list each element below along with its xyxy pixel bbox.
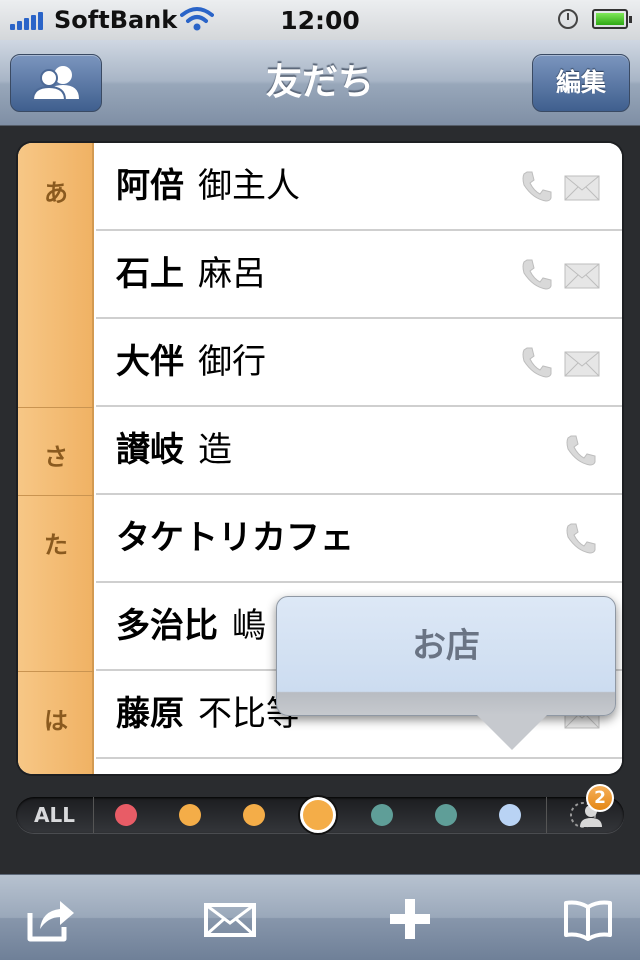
popover-arrow	[476, 714, 548, 750]
contact-row[interactable]: 讃岐造	[96, 407, 622, 495]
contact-family-name: 石上	[116, 254, 184, 294]
color-filter-dot[interactable]	[435, 804, 457, 826]
color-filter-dot[interactable]	[499, 804, 521, 826]
popover-label: お店	[412, 626, 480, 666]
navigation-bar: 友だち 編集	[0, 40, 640, 126]
filter-all-button[interactable]: ALL	[16, 797, 94, 833]
mail-icon[interactable]	[564, 175, 600, 201]
contact-row[interactable]: 石上 麻呂	[96, 231, 622, 319]
bottom-toolbar	[0, 874, 640, 960]
contact-family-name: 大伴	[116, 342, 184, 382]
edit-button[interactable]: 編集	[532, 54, 630, 112]
phone-icon[interactable]	[564, 433, 598, 467]
section-header-sa[interactable]: さ	[18, 437, 94, 472]
contact-row[interactable]: 大伴 御行	[96, 319, 622, 407]
section-header-a[interactable]: あ	[18, 173, 94, 208]
color-filter-bar: ALL	[16, 797, 624, 833]
phone-icon[interactable]	[520, 345, 554, 379]
contact-given-name: 麻呂	[198, 254, 266, 294]
phone-icon[interactable]	[564, 521, 598, 555]
share-icon[interactable]	[24, 891, 80, 947]
contact-family-name: 藤原	[116, 694, 184, 734]
groups-icon	[31, 66, 79, 101]
contact-given-name: 御主人	[198, 166, 300, 206]
contact-row-partial	[96, 759, 622, 774]
contact-family-name: 阿倍	[116, 166, 184, 206]
mail-icon[interactable]	[202, 891, 258, 947]
contact-family-name: 多治比	[116, 606, 218, 646]
contact-row[interactable]: 阿倍 御主人	[96, 143, 622, 231]
contact-row[interactable]: タケトリカフェ	[96, 495, 622, 583]
color-filter-dot[interactable]	[300, 797, 336, 833]
battery-icon	[592, 9, 632, 29]
phone-icon[interactable]	[520, 257, 554, 291]
contact-family-name: 讃岐	[116, 430, 184, 470]
notification-badge: 2	[586, 784, 614, 812]
color-filter-dot[interactable]	[371, 804, 393, 826]
contact-given-name: 御行	[198, 342, 266, 382]
contact-given-name: 造	[198, 430, 232, 470]
bookmarks-icon[interactable]	[560, 891, 616, 947]
contact-family-name: タケトリカフェ	[116, 518, 354, 558]
color-filter-dot[interactable]	[243, 804, 265, 826]
alarm-icon	[558, 9, 578, 29]
add-icon[interactable]	[382, 891, 438, 947]
contact-given-name: 嶋	[232, 606, 266, 646]
phone-icon[interactable]	[520, 169, 554, 203]
groups-button[interactable]	[10, 54, 102, 112]
mail-icon[interactable]	[564, 263, 600, 289]
section-header-ha[interactable]: は	[18, 701, 94, 736]
status-time: 12:00	[280, 6, 360, 35]
mail-icon[interactable]	[564, 351, 600, 377]
color-filter-dot[interactable]	[179, 804, 201, 826]
section-header-ta[interactable]: た	[18, 525, 94, 560]
section-index: あ さ た は	[18, 143, 94, 774]
category-popover[interactable]: お店	[276, 596, 616, 750]
color-filter-dot[interactable]	[115, 804, 137, 826]
status-bar: SoftBank 12:00	[0, 0, 640, 40]
